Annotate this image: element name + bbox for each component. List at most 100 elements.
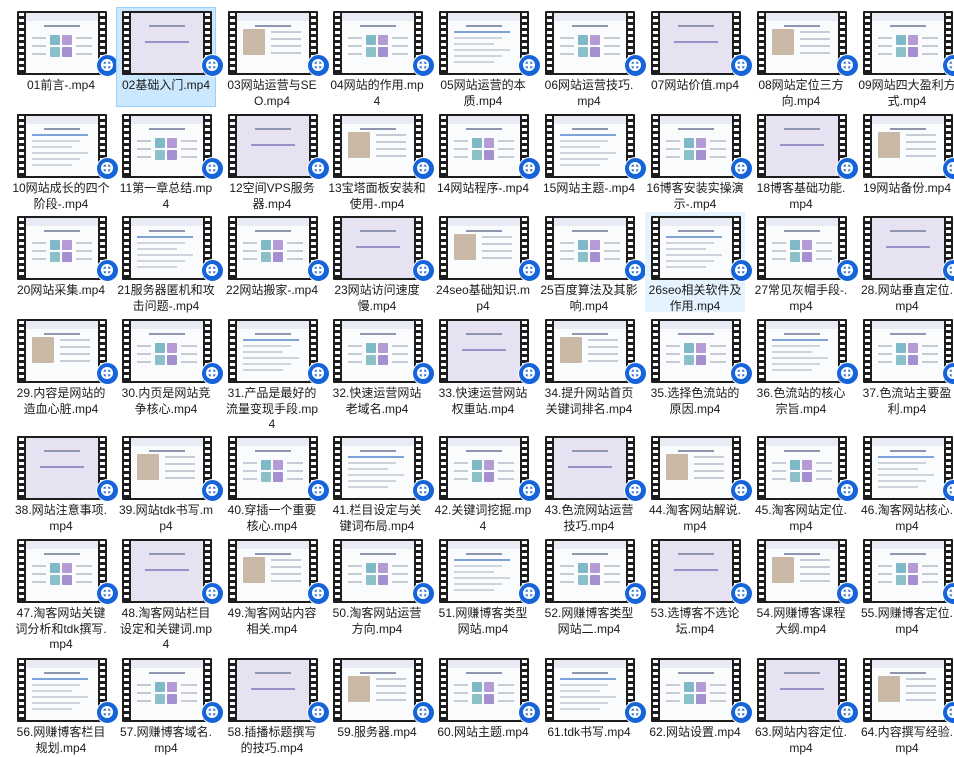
video-thumbnail[interactable]: [122, 436, 224, 502]
video-thumbnail[interactable]: [651, 216, 753, 282]
video-file-item[interactable]: 29.内容是网站的造血心脏.mp4: [11, 315, 119, 429]
video-file-item[interactable]: 28.网站垂直定位.mp4: [857, 212, 954, 313]
video-thumbnail[interactable]: [651, 539, 753, 605]
video-thumbnail[interactable]: [17, 216, 119, 282]
video-file-item[interactable]: 11第一章总结.mp4: [116, 110, 224, 211]
video-file-item[interactable]: 57.网赚博客域名.mp4: [116, 654, 224, 755]
video-thumbnail[interactable]: [439, 11, 541, 77]
video-thumbnail[interactable]: [439, 216, 541, 282]
video-thumbnail[interactable]: [439, 658, 541, 724]
video-thumbnail[interactable]: [228, 11, 330, 77]
video-thumbnail[interactable]: [651, 319, 753, 385]
video-thumbnail[interactable]: [228, 658, 330, 724]
video-thumbnail[interactable]: [17, 436, 119, 502]
video-file-item[interactable]: 44.淘客网站解说.mp4: [645, 432, 753, 533]
video-thumbnail[interactable]: [228, 436, 330, 502]
video-thumbnail[interactable]: [17, 658, 119, 724]
video-thumbnail[interactable]: [17, 319, 119, 385]
video-file-item[interactable]: 60.网站主题.mp4: [433, 654, 541, 754]
video-file-item[interactable]: 58.插播标题撰写的技巧.mp4: [222, 654, 330, 755]
video-file-item[interactable]: 13宝塔面板安装和使用-.mp4: [327, 110, 435, 211]
video-file-item[interactable]: 08网站定位三方向.mp4: [751, 7, 859, 108]
video-file-item[interactable]: 47.淘客网站关键词分析和tdk撰写.mp4: [11, 535, 119, 651]
video-thumbnail[interactable]: [439, 539, 541, 605]
video-file-item[interactable]: 20网站采集.mp4: [11, 212, 119, 312]
video-file-item[interactable]: 12空间VPS服务器.mp4: [222, 110, 330, 211]
video-file-item[interactable]: 49.淘客网站内容相关.mp4: [222, 535, 330, 651]
video-thumbnail[interactable]: [545, 114, 647, 180]
video-file-item[interactable]: 41.栏目设定与关键词布局.mp4: [327, 432, 435, 533]
video-thumbnail[interactable]: [545, 436, 647, 502]
video-thumbnail[interactable]: [863, 114, 954, 180]
video-file-item[interactable]: 30.内页是网站竞争核心.mp4: [116, 315, 224, 429]
video-thumbnail[interactable]: [333, 319, 435, 385]
video-file-item[interactable]: 21服务器匿机和攻击问题-.mp4: [116, 212, 224, 313]
video-file-item[interactable]: 05网站运营的本质.mp4: [433, 7, 541, 108]
video-thumbnail[interactable]: [122, 319, 224, 385]
video-thumbnail[interactable]: [757, 114, 859, 180]
video-file-item[interactable]: 45.淘客网站定位.mp4: [751, 432, 859, 533]
video-thumbnail[interactable]: [333, 11, 435, 77]
video-thumbnail[interactable]: [757, 319, 859, 385]
video-file-item[interactable]: 61.tdk书写.mp4: [539, 654, 647, 754]
video-file-item[interactable]: 52.网赚博客类型网站二.mp4: [539, 535, 647, 651]
video-file-item[interactable]: 14网站程序-.mp4: [433, 110, 541, 209]
video-file-item[interactable]: 54.网赚博客课程大纲.mp4: [751, 535, 859, 651]
video-thumbnail[interactable]: [122, 216, 224, 282]
video-thumbnail[interactable]: [545, 11, 647, 77]
video-thumbnail[interactable]: [122, 658, 224, 724]
video-file-item[interactable]: 06网站运营技巧.mp4: [539, 7, 647, 108]
video-thumbnail[interactable]: [757, 436, 859, 502]
video-file-item[interactable]: 03网站运营与SEO.mp4: [222, 7, 330, 108]
video-thumbnail[interactable]: [651, 436, 753, 502]
video-file-item[interactable]: 32.快速运营网站老域名.mp4: [327, 315, 435, 429]
video-thumbnail[interactable]: [333, 658, 435, 724]
video-thumbnail[interactable]: [439, 319, 541, 385]
video-thumbnail[interactable]: [333, 114, 435, 180]
video-thumbnail[interactable]: [17, 11, 119, 77]
video-thumbnail[interactable]: [863, 11, 954, 77]
video-file-item[interactable]: 50.淘客网站运营方向.mp4: [327, 535, 435, 651]
video-thumbnail[interactable]: [228, 114, 330, 180]
video-file-item[interactable]: 43.色流网站运营技巧.mp4: [539, 432, 647, 533]
video-file-item[interactable]: 51.网赚博客类型网站.mp4: [433, 535, 541, 651]
video-file-item[interactable]: 48.淘客网站栏目设定和关键词.mp4: [116, 535, 224, 651]
video-file-item[interactable]: 27常见灰帽手段-.mp4: [751, 212, 859, 313]
video-file-item[interactable]: 09网站四大盈利方式.mp4: [857, 7, 954, 108]
video-file-item[interactable]: 33.快速运营网站权重站.mp4: [433, 315, 541, 429]
video-thumbnail[interactable]: [863, 539, 954, 605]
video-file-item[interactable]: 56.网赚博客栏目规划.mp4: [11, 654, 119, 755]
video-file-item[interactable]: 59.服务器.mp4: [327, 654, 435, 754]
video-thumbnail[interactable]: [333, 216, 435, 282]
video-file-item[interactable]: 40.穿插一个重要核心.mp4: [222, 432, 330, 533]
video-file-item[interactable]: 15网站主题-.mp4: [539, 110, 647, 209]
video-file-item[interactable]: 07网站价值.mp4: [645, 7, 753, 107]
video-thumbnail[interactable]: [333, 436, 435, 502]
video-thumbnail[interactable]: [863, 216, 954, 282]
video-file-item[interactable]: 37.色流站主要盈利.mp4: [857, 315, 954, 429]
video-file-item[interactable]: 35.选择色流站的原因.mp4: [645, 315, 753, 429]
video-thumbnail[interactable]: [439, 114, 541, 180]
video-thumbnail[interactable]: [17, 539, 119, 605]
video-thumbnail[interactable]: [757, 216, 859, 282]
video-file-item[interactable]: 16博客安装实操演示-.mp4: [645, 110, 753, 211]
video-thumbnail[interactable]: [545, 216, 647, 282]
video-file-item[interactable]: 23网站访问速度慢.mp4: [327, 212, 435, 313]
video-thumbnail[interactable]: [863, 319, 954, 385]
video-file-item[interactable]: 62.网站设置.mp4: [645, 654, 753, 754]
video-thumbnail[interactable]: [545, 539, 647, 605]
video-file-item[interactable]: 02基础入门.mp4: [116, 7, 224, 107]
video-thumbnail[interactable]: [651, 114, 753, 180]
video-file-item[interactable]: 04网站的作用.mp4: [327, 7, 435, 108]
video-thumbnail[interactable]: [228, 539, 330, 605]
video-thumbnail[interactable]: [333, 539, 435, 605]
video-file-item[interactable]: 26seo相关软件及作用.mp4: [645, 212, 753, 313]
video-file-item[interactable]: 34.提升网站首页关键词排名.mp4: [539, 315, 647, 429]
video-thumbnail[interactable]: [439, 436, 541, 502]
video-thumbnail[interactable]: [863, 436, 954, 502]
video-file-item[interactable]: 25百度算法及其影响.mp4: [539, 212, 647, 313]
video-file-item[interactable]: 18博客基础功能.mp4: [751, 110, 859, 211]
video-file-item[interactable]: 39.网站tdk书写.mp4: [116, 432, 224, 533]
video-thumbnail[interactable]: [757, 539, 859, 605]
video-thumbnail[interactable]: [651, 11, 753, 77]
